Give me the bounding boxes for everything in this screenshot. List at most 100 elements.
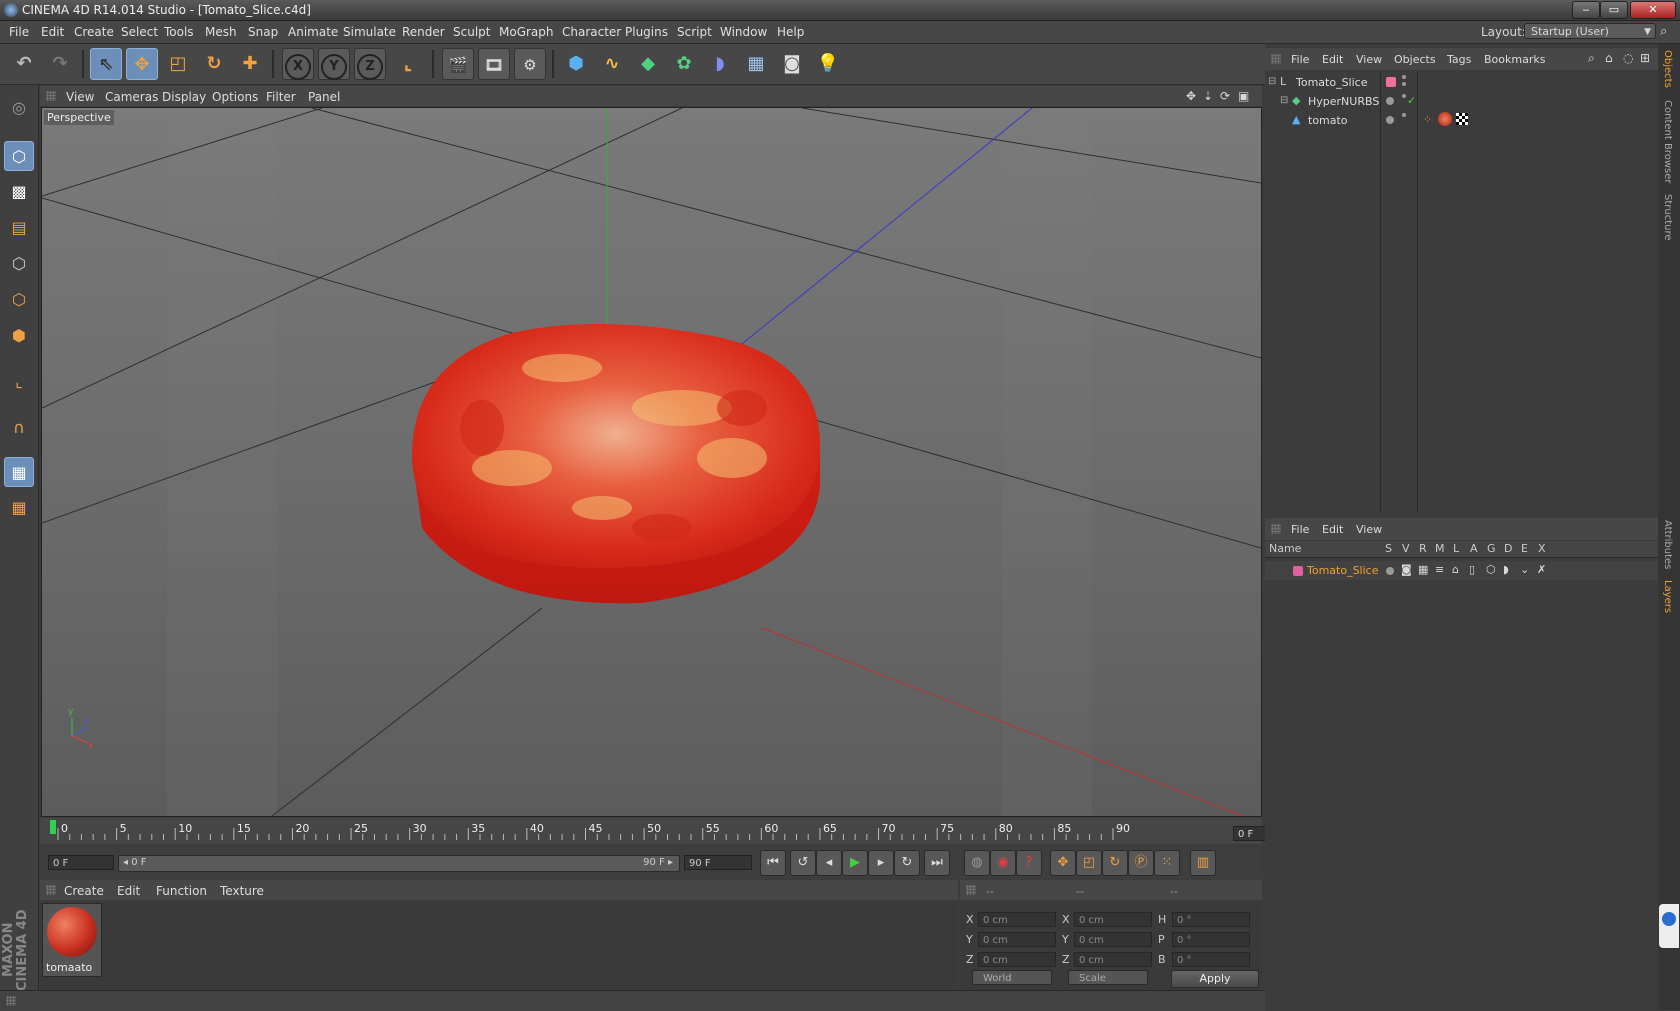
- column-locked[interactable]: L: [1453, 542, 1459, 555]
- menu-simulate[interactable]: Simulate: [343, 25, 396, 39]
- apply-button[interactable]: Apply: [1171, 970, 1259, 988]
- layer-menu-edit[interactable]: Edit: [1322, 523, 1343, 536]
- key-position-icon[interactable]: ✥: [1050, 850, 1076, 876]
- tab-structure[interactable]: Structure: [1662, 194, 1673, 241]
- world-coords-icon[interactable]: ⌞: [392, 48, 424, 80]
- transform-mode-dropdown[interactable]: Scale: [1068, 970, 1148, 985]
- menu-select[interactable]: Select: [121, 25, 158, 39]
- key-parameter-icon[interactable]: Ⓟ: [1128, 850, 1154, 876]
- tomato-slice-model[interactable]: [411, 324, 821, 604]
- material-menu-function[interactable]: Function: [156, 884, 207, 898]
- play-icon[interactable]: ▶: [842, 850, 868, 876]
- key-pla-icon[interactable]: ⁙: [1154, 850, 1180, 876]
- object-row[interactable]: ▲ tomato ⁘: [1265, 111, 1658, 130]
- layer-dot-icon[interactable]: [1386, 97, 1394, 105]
- object-menu-bookmarks[interactable]: Bookmarks: [1484, 53, 1545, 66]
- make-editable-icon[interactable]: ◎: [4, 93, 34, 123]
- viewport-menu-display[interactable]: Display: [162, 90, 206, 104]
- axis-mode-icon[interactable]: ⌞: [4, 367, 34, 397]
- deformers-toggle-icon[interactable]: ◗: [1503, 563, 1509, 576]
- rotation-b-field[interactable]: 0 °: [1172, 952, 1250, 967]
- render-settings-icon[interactable]: ⚙: [514, 48, 546, 80]
- xref-toggle-icon[interactable]: ✗: [1537, 563, 1546, 576]
- array-icon[interactable]: ✿: [668, 48, 700, 80]
- timeline-ruler[interactable]: 0 5 10 15 20 25 30 35 40 45 50 55 60 65 70 75 80 85 90 0 F: [40, 818, 1299, 844]
- go-to-start-icon[interactable]: ⏮: [760, 850, 786, 876]
- y-axis-icon[interactable]: Y: [318, 48, 350, 80]
- menu-character[interactable]: Character: [562, 25, 621, 39]
- menu-edit[interactable]: Edit: [41, 25, 64, 39]
- next-frame-icon[interactable]: ▸: [868, 850, 894, 876]
- size-y-field[interactable]: 0 cm: [1074, 932, 1152, 947]
- tab-objects[interactable]: Objects: [1662, 50, 1673, 88]
- teamviewer-icon[interactable]: [1659, 904, 1679, 948]
- expressions-toggle-icon[interactable]: ⌄: [1520, 563, 1529, 576]
- points-mode-icon[interactable]: ⬡: [4, 249, 34, 279]
- column-xref[interactable]: X: [1538, 542, 1546, 555]
- menu-file[interactable]: File: [9, 25, 29, 39]
- menu-sculpt[interactable]: Sculpt: [453, 25, 490, 39]
- column-generators[interactable]: G: [1487, 542, 1496, 555]
- viewport-menu-filter[interactable]: Filter: [266, 90, 296, 104]
- layer-color-swatch[interactable]: [1293, 566, 1303, 576]
- rotate-view-icon[interactable]: ⟳: [1220, 89, 1230, 103]
- search-icon[interactable]: ⌕: [1660, 24, 1667, 39]
- column-view[interactable]: V: [1402, 542, 1410, 555]
- position-z-field[interactable]: 0 cm: [978, 952, 1056, 967]
- minimize-button[interactable]: ‒: [1572, 1, 1600, 19]
- previous-key-icon[interactable]: ↺: [790, 850, 816, 876]
- material-menu-texture[interactable]: Texture: [220, 884, 264, 898]
- polygons-mode-icon[interactable]: ⬢: [4, 321, 34, 351]
- maximize-view-icon[interactable]: ▣: [1238, 89, 1249, 103]
- solo-toggle-icon[interactable]: [1386, 567, 1394, 575]
- material-menu-edit[interactable]: Edit: [117, 884, 140, 898]
- menu-mesh[interactable]: Mesh: [205, 25, 237, 39]
- menu-window[interactable]: Window: [720, 25, 767, 39]
- scale-icon[interactable]: ◰: [162, 48, 194, 80]
- tab-content-browser[interactable]: Content Browser: [1662, 100, 1673, 183]
- undo-icon[interactable]: ↶: [8, 48, 40, 80]
- spline-icon[interactable]: ∿: [596, 48, 628, 80]
- menu-tools[interactable]: Tools: [164, 25, 194, 39]
- viewport-menu-cameras[interactable]: Cameras: [105, 90, 158, 104]
- object-row[interactable]: ⊟ ◆ HyperNURBS ✓: [1265, 92, 1658, 111]
- render-toggle-icon[interactable]: ▦: [1418, 563, 1428, 576]
- autokey-icon[interactable]: ◉: [990, 850, 1016, 876]
- tab-attributes[interactable]: Attributes: [1662, 520, 1673, 569]
- menu-snap[interactable]: Snap: [248, 25, 278, 39]
- layer-color-swatch[interactable]: [1386, 77, 1396, 87]
- menu-help[interactable]: Help: [777, 25, 804, 39]
- menu-render[interactable]: Render: [402, 25, 445, 39]
- layer-dot-icon[interactable]: [1386, 116, 1394, 124]
- menu-create[interactable]: Create: [74, 25, 114, 39]
- workplane-mode-icon[interactable]: ▤: [4, 213, 34, 243]
- end-frame-field[interactable]: 90 F: [684, 855, 752, 870]
- size-x-field[interactable]: 0 cm: [1074, 912, 1152, 927]
- size-z-field[interactable]: 0 cm: [1074, 952, 1152, 967]
- tab-layers[interactable]: Layers: [1662, 580, 1673, 613]
- eye-icon[interactable]: ◌: [1623, 51, 1633, 65]
- object-menu-edit[interactable]: Edit: [1322, 53, 1343, 66]
- record-keys-icon[interactable]: ◍: [964, 850, 990, 876]
- collapse-icon[interactable]: ⊟: [1268, 76, 1276, 87]
- visibility-dot-icon[interactable]: [1402, 113, 1406, 117]
- column-deformers[interactable]: D: [1504, 542, 1512, 555]
- viewport-perspective[interactable]: y z x Perspective: [41, 107, 1262, 817]
- phong-tag-icon[interactable]: ⁘: [1423, 113, 1432, 126]
- move-icon[interactable]: ✥: [126, 48, 158, 80]
- texture-mode-icon[interactable]: ▩: [4, 177, 34, 207]
- nurbs-icon[interactable]: ◆: [632, 48, 664, 80]
- rotation-h-field[interactable]: 0 °: [1172, 912, 1250, 927]
- layer-menu-file[interactable]: File: [1291, 523, 1309, 536]
- menu-mograph[interactable]: MoGraph: [499, 25, 554, 39]
- menu-script[interactable]: Script: [677, 25, 712, 39]
- workplane-lock-icon[interactable]: ▦: [4, 457, 34, 487]
- snap-magnet-icon[interactable]: ∩: [4, 413, 34, 443]
- model-mode-icon[interactable]: ⬡: [4, 141, 34, 171]
- object-menu-tags[interactable]: Tags: [1447, 53, 1471, 66]
- column-name[interactable]: Name: [1269, 542, 1301, 555]
- render-picture-viewer-icon[interactable]: 🎞: [478, 48, 510, 80]
- menu-animate[interactable]: Animate: [288, 25, 338, 39]
- new-window-icon[interactable]: ⊞: [1640, 51, 1650, 65]
- start-frame-field[interactable]: 0 F: [48, 855, 114, 870]
